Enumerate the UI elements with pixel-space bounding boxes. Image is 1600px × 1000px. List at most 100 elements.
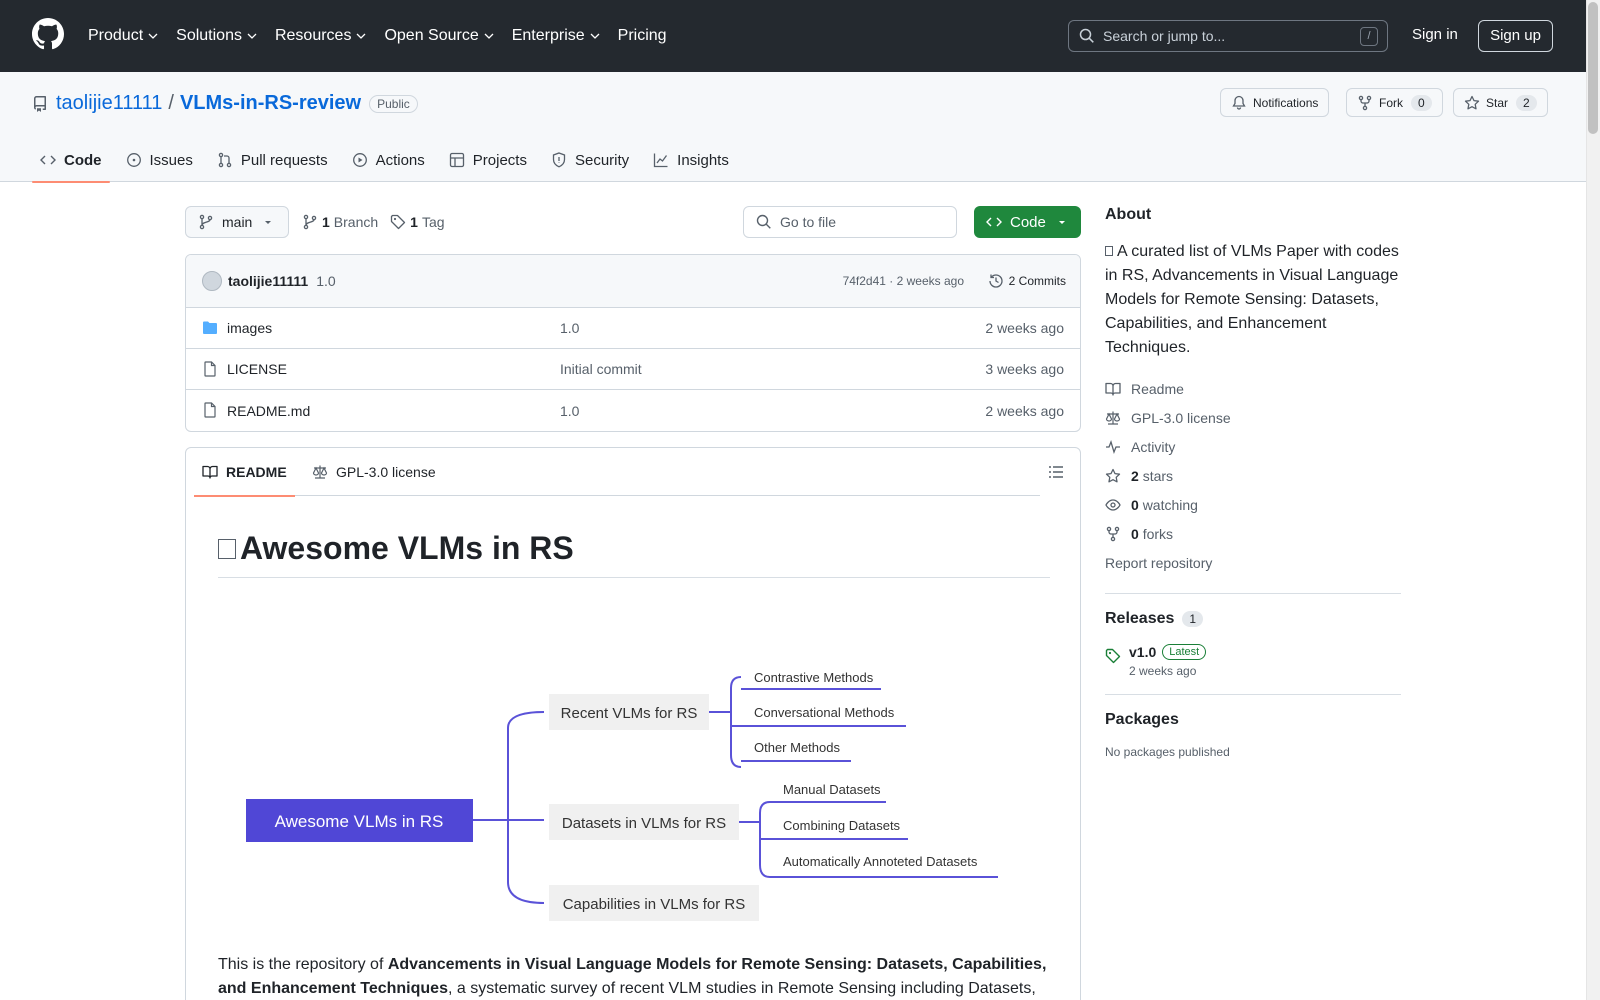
commit-message[interactable]: 1.0: [316, 273, 335, 289]
list-unordered-icon[interactable]: [1048, 464, 1064, 480]
about-heading: About: [1105, 206, 1152, 223]
mindmap-connector: [507, 711, 545, 904]
tab-insights[interactable]: Insights: [645, 138, 737, 182]
tab-issues-label: Issues: [149, 151, 193, 169]
report-repository-link[interactable]: Report repository: [1105, 548, 1401, 577]
nav-pricing-label: Pricing: [617, 27, 667, 44]
search-placeholder: Search or jump to...: [1103, 28, 1226, 44]
file-commit-message[interactable]: Initial commit: [560, 361, 642, 377]
file-commit-message[interactable]: 1.0: [560, 320, 579, 336]
releases-heading-text: Releases: [1105, 610, 1175, 627]
nav-product[interactable]: Product: [88, 27, 158, 45]
nav-enterprise[interactable]: Enterprise: [512, 27, 600, 45]
tab-projects[interactable]: Projects: [441, 138, 535, 182]
readme-title: Awesome VLMs in RS: [218, 530, 1050, 578]
mindmap-leaf-label: Combining Datasets: [783, 818, 901, 833]
branch-icon: [199, 214, 213, 230]
tab-actions[interactable]: Actions: [344, 138, 433, 182]
code-button[interactable]: Code: [974, 206, 1081, 238]
intro-rest: , a systematic survey of recent VLM stud…: [447, 980, 1036, 997]
nav-enterprise-label: Enterprise: [511, 27, 585, 44]
scrollbar-thumb[interactable]: [1588, 2, 1598, 134]
branches-link[interactable]: 1 Branch: [302, 214, 378, 230]
tag-label: Tag: [421, 214, 445, 230]
tab-security-label: Security: [574, 151, 630, 169]
tab-readme[interactable]: README: [194, 448, 295, 497]
file-name[interactable]: images: [227, 320, 272, 336]
law-icon: [312, 465, 328, 479]
fork-label: Fork: [1379, 95, 1403, 110]
branch-selector[interactable]: main: [185, 206, 289, 238]
sign-up-button[interactable]: Sign up: [1478, 20, 1553, 52]
license-link-label: GPL-3.0 license: [1131, 409, 1231, 426]
about-description-text: A curated list of VLMs Paper with codes …: [1105, 243, 1399, 356]
commit-meta[interactable]: 74f2d41 · 2 weeks ago: [843, 274, 964, 288]
tab-actions-label: Actions: [375, 151, 425, 169]
file-row[interactable]: LICENSE Initial commit 3 weeks ago: [186, 349, 1080, 390]
visibility-badge: Public: [369, 94, 418, 113]
watching-count: 0: [1131, 496, 1139, 513]
fork-button[interactable]: Fork 0: [1346, 88, 1443, 117]
tab-license[interactable]: GPL-3.0 license: [312, 448, 436, 496]
search-input[interactable]: Search or jump to... /: [1068, 20, 1388, 52]
releases-heading[interactable]: Releases 1: [1105, 610, 1401, 628]
commits-link[interactable]: 2 Commits: [988, 273, 1066, 289]
repo-title: taolijie11111 / VLMs-in-RS-review Public: [32, 92, 418, 115]
tab-pull-requests[interactable]: Pull requests: [209, 138, 336, 182]
file-commit-message[interactable]: 1.0: [560, 403, 579, 419]
chevron-down-icon: [148, 33, 158, 39]
commit-author[interactable]: taolijie11111: [228, 273, 308, 289]
nav-pricing[interactable]: Pricing: [618, 27, 667, 45]
code-icon: [986, 217, 1002, 227]
mindmap-leaf-label: Automatically Annoteted Datasets: [783, 854, 978, 869]
avatar[interactable]: [202, 271, 222, 291]
caret-down-icon: [265, 221, 272, 224]
activity-link[interactable]: Activity: [1105, 432, 1401, 461]
file-name[interactable]: README.md: [227, 403, 310, 419]
tab-security[interactable]: Security: [543, 138, 637, 182]
chevron-down-icon: [484, 33, 494, 39]
mindmap-connector: [730, 676, 742, 768]
file-name[interactable]: LICENSE: [227, 361, 287, 377]
release-item[interactable]: v1.0 Latest 2 weeks ago: [1105, 644, 1401, 678]
stars-link[interactable]: 2 stars: [1105, 461, 1401, 490]
readme-tabs: README GPL-3.0 license: [194, 448, 1040, 497]
tab-code[interactable]: Code: [32, 138, 110, 183]
mindmap-diagram: Awesome VLMs in RS Recent VLMs for RS Da…: [246, 670, 998, 921]
readme-link[interactable]: Readme: [1105, 374, 1401, 403]
repo-icon: [34, 95, 46, 112]
nav-solutions[interactable]: Solutions: [176, 27, 257, 45]
release-tag[interactable]: v1.0: [1129, 644, 1156, 660]
nav-open-source[interactable]: Open Source: [384, 27, 494, 45]
file-row[interactable]: images 1.0 2 weeks ago: [186, 308, 1080, 349]
repo-name-link[interactable]: VLMs-in-RS-review: [180, 92, 361, 115]
activity-link-label: Activity: [1131, 438, 1176, 455]
tab-license-label: GPL-3.0 license: [336, 464, 436, 480]
nav-resources[interactable]: Resources: [275, 27, 366, 45]
watching-link[interactable]: 0 watching: [1105, 490, 1401, 519]
main-nav: Product Solutions Resources Open Source …: [88, 0, 685, 72]
file-row[interactable]: README.md 1.0 2 weeks ago: [186, 390, 1080, 431]
go-to-file-input[interactable]: Go to file: [743, 206, 957, 238]
notifications-button[interactable]: Notifications: [1220, 88, 1330, 117]
tag-icon: [1105, 648, 1121, 664]
scrollbar[interactable]: [1586, 0, 1600, 1000]
star-button[interactable]: Star 2: [1453, 88, 1548, 117]
github-logo-icon[interactable]: [32, 18, 64, 50]
sign-in-link[interactable]: Sign in: [1412, 26, 1458, 43]
repo-owner-link[interactable]: taolijie11111: [56, 92, 162, 115]
caret-down-icon: [1058, 221, 1065, 224]
tags-link[interactable]: 1 Tag: [390, 214, 445, 230]
tab-issues[interactable]: Issues: [118, 138, 201, 182]
mindmap-leaf-label: Other Methods: [754, 740, 840, 755]
file-icon: [204, 402, 216, 418]
mindmap-branch-label: Recent VLMs for RS: [561, 705, 698, 722]
about-links: Readme GPL-3.0 license Activity 2 stars …: [1105, 374, 1401, 577]
report-repository-label: Report repository: [1105, 554, 1213, 571]
release-info: v1.0 Latest 2 weeks ago: [1129, 644, 1207, 678]
mindmap-leaf-underline: [730, 688, 881, 692]
packages-heading[interactable]: Packages: [1105, 711, 1401, 729]
star-label: Star: [1486, 95, 1509, 110]
forks-link[interactable]: 0 forks: [1105, 519, 1401, 548]
license-link[interactable]: GPL-3.0 license: [1105, 403, 1401, 432]
